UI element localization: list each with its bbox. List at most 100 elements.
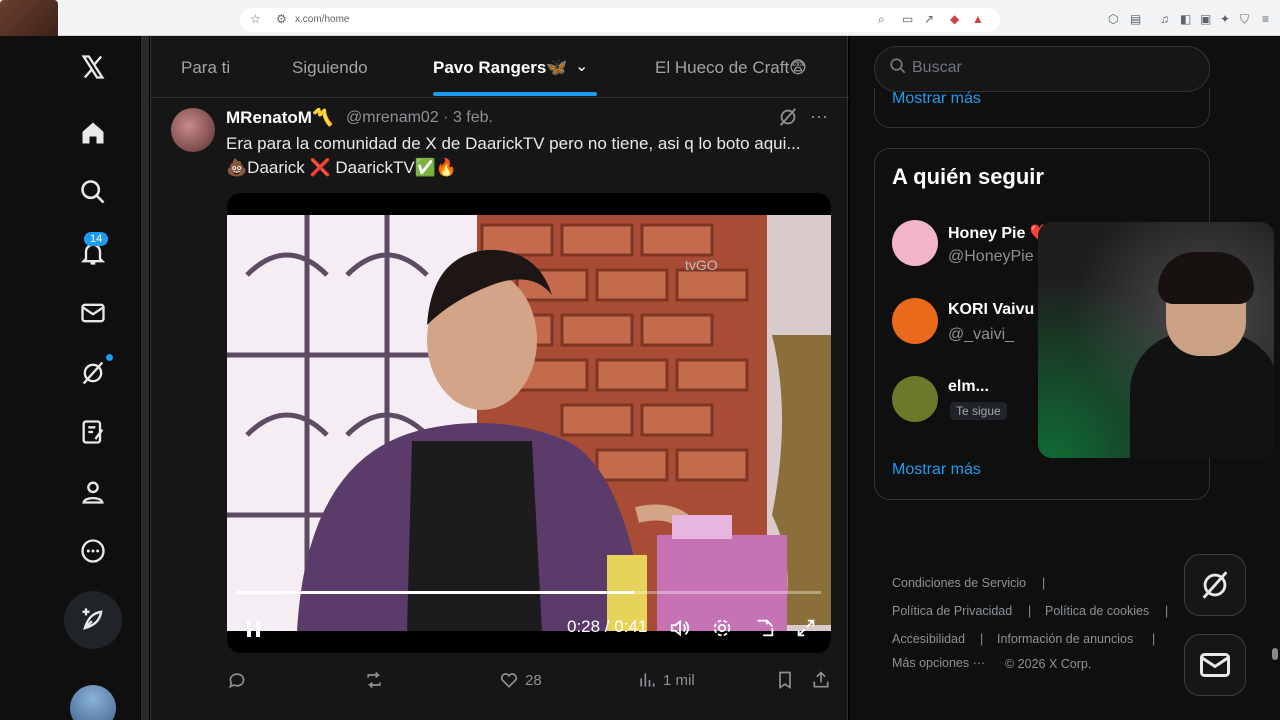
follows-you-badge: Te sigue bbox=[950, 402, 1007, 420]
left-scrollbar[interactable] bbox=[141, 36, 149, 720]
footer-separator: | bbox=[1152, 632, 1156, 646]
main-timeline: Para ti Siguiendo Pavo Rangers🦋 ⌄ El Hue… bbox=[150, 36, 849, 720]
alert-icon[interactable]: ▲ bbox=[972, 12, 984, 26]
footer-separator: | bbox=[1028, 604, 1032, 618]
site-info-icon[interactable]: ⚙ bbox=[276, 12, 287, 26]
profile-icon[interactable] bbox=[76, 475, 110, 509]
footer-copyright: © 2026 X Corp. bbox=[1005, 657, 1092, 671]
views-count: 1 mil bbox=[663, 671, 695, 689]
show-more-link-bottom[interactable]: Mostrar más bbox=[892, 461, 981, 479]
url-text[interactable]: x.com/home bbox=[295, 14, 349, 25]
search-input[interactable]: Buscar bbox=[912, 59, 962, 77]
footer-ads-info-link[interactable]: Información de anuncios bbox=[997, 632, 1133, 646]
follow-avatar-kori[interactable] bbox=[892, 298, 938, 344]
post-video[interactable]: tvGO 0:28 / 0:41 bbox=[227, 193, 831, 653]
video-frame: tvGO bbox=[227, 215, 831, 631]
bookmark-icon bbox=[779, 671, 791, 690]
vpn-icon[interactable]: ⛉ bbox=[1240, 12, 1249, 27]
chevron-down-icon[interactable]: ⌄ bbox=[575, 56, 588, 76]
post-actions: 28 1 mil bbox=[227, 670, 837, 694]
video-progress-bar[interactable] bbox=[237, 591, 821, 594]
messages-mail-icon[interactable] bbox=[76, 296, 110, 330]
extension-icon[interactable]: ⬡ bbox=[1108, 12, 1118, 26]
like-button[interactable]: 28 bbox=[499, 670, 542, 690]
post-text-line1: Era para la comunidad de X de DaarickTV … bbox=[226, 134, 801, 153]
post-more-icon[interactable]: ··· bbox=[810, 106, 828, 127]
post-button[interactable] bbox=[64, 591, 122, 649]
video-progress-fill bbox=[237, 591, 635, 594]
follow-avatar-elm[interactable] bbox=[892, 376, 938, 422]
footer-separator: | bbox=[980, 632, 984, 646]
settings-gear-icon[interactable] bbox=[711, 617, 733, 644]
grok-icon bbox=[1202, 571, 1228, 599]
tab-siguiendo[interactable]: Siguiendo bbox=[292, 58, 368, 78]
fullscreen-icon[interactable] bbox=[795, 617, 817, 644]
who-to-follow-title: A quién seguir bbox=[892, 164, 1044, 189]
streamer-webcam-overlay bbox=[1038, 222, 1274, 458]
mail-icon bbox=[1200, 653, 1230, 677]
picture-in-picture-icon[interactable] bbox=[754, 617, 776, 644]
show-more-link-top[interactable]: Mostrar más bbox=[892, 90, 981, 108]
grok-fab-button[interactable] bbox=[1184, 554, 1246, 616]
footer-cookies-link[interactable]: Política de cookies bbox=[1045, 604, 1149, 618]
lists-icon[interactable] bbox=[76, 415, 110, 449]
grok-unread-dot bbox=[106, 354, 113, 361]
ai-icon[interactable]: ✦ bbox=[1220, 12, 1230, 26]
tab-para-ti[interactable]: Para ti bbox=[181, 58, 230, 78]
bookmark-button[interactable] bbox=[775, 670, 795, 690]
views-button[interactable]: 1 mil bbox=[637, 670, 695, 690]
grok-icon[interactable] bbox=[76, 356, 110, 390]
footer-terms-link[interactable]: Condiciones de Servicio bbox=[892, 576, 1026, 590]
repost-button[interactable] bbox=[363, 670, 385, 690]
heart-icon bbox=[500, 673, 518, 688]
like-count: 28 bbox=[525, 671, 542, 689]
follow-handle[interactable]: @HoneyPie bbox=[948, 248, 1034, 266]
video-scene-illustration: tvGO bbox=[227, 215, 831, 631]
follow-handle[interactable]: @_vaivi_ bbox=[948, 326, 1014, 344]
x-logo-icon[interactable] bbox=[76, 50, 110, 84]
post-text-line2: 💩Daarick ❌ DaarickTV✅🔥 bbox=[226, 158, 458, 177]
footer-accessibility-link[interactable]: Accesibilidad bbox=[892, 632, 965, 646]
pause-icon[interactable] bbox=[245, 619, 263, 644]
tab-el-hueco-de-craft[interactable]: El Hueco de Craft😨 bbox=[655, 58, 807, 78]
post-author-name[interactable]: MRenatoM〽️ bbox=[226, 108, 333, 128]
explore-search-icon[interactable] bbox=[76, 175, 110, 209]
follow-avatar-honeypie[interactable] bbox=[892, 220, 938, 266]
menu-icon[interactable]: ≡ bbox=[1262, 12, 1269, 26]
wallet-icon[interactable]: ▣ bbox=[1200, 12, 1211, 26]
share-icon[interactable]: ↗ bbox=[924, 12, 934, 26]
reader-icon[interactable]: ▤ bbox=[1130, 12, 1141, 26]
footer-privacy-link[interactable]: Política de Privacidad bbox=[892, 604, 1012, 618]
follow-name[interactable]: elm... bbox=[948, 378, 989, 396]
messages-fab-button[interactable] bbox=[1184, 634, 1246, 696]
bookmark-icon[interactable]: ☆ bbox=[250, 12, 261, 26]
follow-name[interactable]: Honey Pie ❤️ bbox=[948, 223, 1050, 243]
webcam-person-hair bbox=[1158, 252, 1254, 304]
search-icon bbox=[889, 57, 907, 80]
volume-icon[interactable] bbox=[669, 617, 691, 644]
post-author-avatar[interactable] bbox=[171, 108, 215, 152]
reply-button[interactable] bbox=[227, 670, 247, 690]
address-bar[interactable] bbox=[240, 8, 1000, 32]
follow-name[interactable]: KORI Vaivu bbox=[948, 301, 1034, 319]
footer-separator: | bbox=[1165, 604, 1169, 618]
home-icon[interactable] bbox=[76, 116, 110, 150]
tab-pavo-rangers[interactable]: Pavo Rangers🦋 bbox=[433, 58, 568, 78]
post-author-handle[interactable]: @mrenam02 · 3 feb. bbox=[346, 109, 493, 127]
screen-icon[interactable]: ▭ bbox=[902, 12, 913, 26]
views-chart-icon bbox=[640, 673, 655, 687]
browser-toolbar: ☆ ⚙ x.com/home ⌕ ▭ ↗ ◆ ▲ ⬡ ▤ ♫ ◧ ▣ ✦ ⛉ ≡ bbox=[0, 0, 1280, 36]
sidebar-toggle-icon[interactable]: ◧ bbox=[1180, 12, 1191, 26]
grok-explain-icon[interactable] bbox=[777, 106, 799, 133]
right-scrollbar-thumb[interactable] bbox=[1272, 648, 1278, 660]
timeline-tabs: Para ti Siguiendo Pavo Rangers🦋 ⌄ El Hue… bbox=[151, 36, 849, 98]
media-icon[interactable]: ♫ bbox=[1160, 12, 1169, 26]
brave-icon[interactable]: ◆ bbox=[950, 12, 959, 26]
more-options-icon[interactable] bbox=[76, 534, 110, 568]
share-icon bbox=[813, 671, 829, 688]
repost-icon bbox=[367, 671, 381, 689]
reply-icon bbox=[229, 673, 245, 689]
footer-more-options-link[interactable]: Más opciones ··· bbox=[892, 656, 985, 670]
share-button[interactable] bbox=[811, 670, 831, 690]
zoom-icon[interactable]: ⌕ bbox=[878, 12, 885, 27]
